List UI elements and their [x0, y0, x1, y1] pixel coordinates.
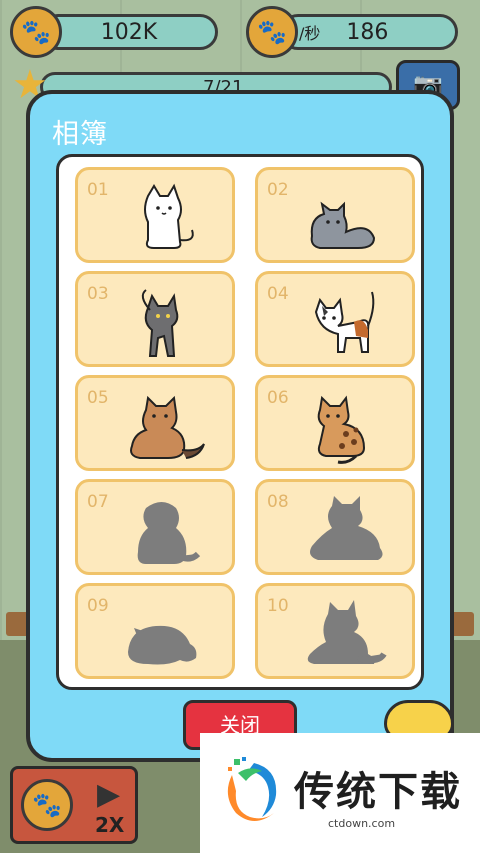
watermark-url: ctdown.com	[328, 817, 396, 830]
cat-card-09[interactable]: 09	[75, 583, 235, 679]
longhair-tabby-cat-icon	[130, 395, 205, 459]
album-title: 相簿	[52, 119, 108, 150]
gray-cat-icon	[310, 201, 376, 249]
card-number: 04	[267, 284, 289, 304]
paw-coin-icon: 🐾	[21, 779, 73, 831]
card-number: 02	[267, 180, 289, 200]
card-number: 07	[87, 492, 109, 512]
cat-card-04[interactable]: 04	[255, 271, 415, 367]
locked-cat-silhouette-icon	[128, 625, 197, 665]
cat-card-06[interactable]: 06	[255, 375, 415, 471]
card-number: 09	[87, 596, 109, 616]
locked-cat-silhouette-icon	[137, 502, 201, 564]
income-rate-display: /秒 186	[280, 14, 458, 50]
album-grid: 01 02 03 04 05 06 07 08 09 10	[56, 154, 424, 690]
cat-card-02[interactable]: 02	[255, 167, 415, 263]
rate-unit: /秒	[299, 24, 321, 43]
card-number: 01	[87, 180, 109, 200]
cat-card-05[interactable]: 05	[75, 375, 235, 471]
cat-card-10[interactable]: 10	[255, 583, 415, 679]
watermark-banner: 传统下载 ctdown.com	[200, 733, 480, 853]
paw-coin-icon: 🐾	[246, 6, 298, 58]
coins-display: 102K	[40, 14, 218, 50]
speed-boost-panel[interactable]: 🐾 ▶ 2X	[10, 766, 138, 844]
speed-label: 2X	[95, 813, 125, 837]
cat-card-08[interactable]: 08	[255, 479, 415, 575]
dark-gray-cat-icon	[141, 289, 179, 357]
calico-cat-icon	[314, 291, 375, 353]
paw-coin-icon: 🐾	[10, 6, 62, 58]
top-hud: 102K 🐾 /秒 186 🐾	[0, 6, 480, 58]
album-dialog: 相簿 01 02 03 04 05 06 07 08 09 10	[26, 90, 454, 762]
cat-card-01[interactable]: 01	[75, 167, 235, 263]
rate-value: 186	[346, 19, 389, 45]
coins-value: 102K	[100, 19, 158, 45]
white-cat-icon	[144, 183, 194, 249]
bengal-cat-icon	[317, 395, 366, 464]
locked-cat-silhouette-icon	[310, 496, 383, 560]
cat-card-07[interactable]: 07	[75, 479, 235, 575]
card-number: 06	[267, 388, 289, 408]
locked-cat-silhouette-icon	[307, 600, 387, 664]
ctdown-logo-icon	[227, 757, 277, 821]
card-number: 03	[87, 284, 109, 304]
play-icon: ▶	[97, 777, 121, 812]
card-number: 05	[87, 388, 109, 408]
watermark-name: 传统下载	[294, 769, 462, 815]
card-number: 10	[267, 596, 289, 616]
card-number: 08	[267, 492, 289, 512]
cat-card-03[interactable]: 03	[75, 271, 235, 367]
